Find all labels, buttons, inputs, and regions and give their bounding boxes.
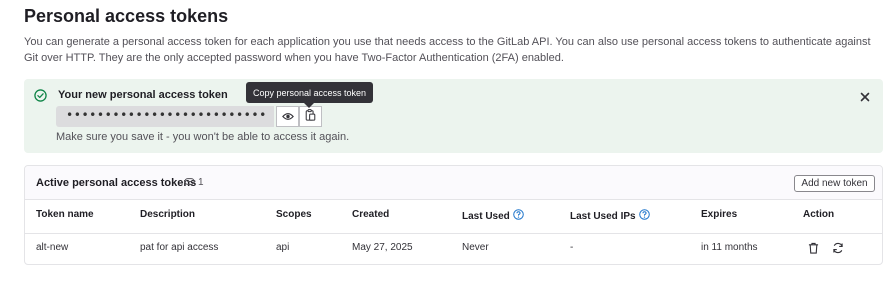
- alert-note: Make sure you save it - you won't be abl…: [56, 131, 350, 143]
- card-header: Active personal access tokens 1 Add new …: [25, 166, 882, 200]
- cell-description: pat for api access: [140, 242, 219, 253]
- trash-icon[interactable]: [808, 241, 819, 259]
- token-icon: [184, 177, 195, 188]
- tooltip-arrow: [304, 103, 314, 108]
- page-description: You can generate a personal access token…: [24, 36, 871, 64]
- reveal-token-button[interactable]: [276, 106, 299, 127]
- token-count: 1: [198, 177, 204, 188]
- cell-token-name: alt-new: [36, 242, 69, 253]
- cell-scopes: api: [276, 242, 290, 253]
- card-title: Active personal access tokens: [36, 177, 197, 189]
- token-mask: ••••••••••••••••••••••••••: [66, 108, 267, 122]
- row-divider: [25, 233, 882, 234]
- alert-title: Your new personal access token: [58, 89, 228, 101]
- column-header-last-used-ips: Last Used IPs: [570, 209, 650, 223]
- column-header-created: Created: [352, 209, 390, 220]
- eye-icon: [281, 108, 294, 126]
- token-count-badge: 1: [184, 177, 204, 188]
- close-icon[interactable]: [860, 89, 870, 107]
- cell-expires: in 11 months: [701, 242, 758, 253]
- copy-icon: [305, 108, 316, 126]
- new-token-alert: Your new personal access token •••••••••…: [24, 79, 883, 153]
- column-header-action: Action: [803, 209, 835, 220]
- token-value-field[interactable]: ••••••••••••••••••••••••••: [56, 106, 274, 127]
- cell-last-used: Never: [462, 242, 489, 253]
- column-header-last-used: Last Used: [462, 209, 524, 223]
- cell-last-used-ips: -: [570, 242, 574, 253]
- column-header-token-name: Token name: [36, 209, 94, 220]
- column-header-description: Description: [140, 209, 196, 220]
- add-new-token-button[interactable]: Add new token: [794, 175, 875, 192]
- cell-created: May 27, 2025: [352, 242, 413, 253]
- copy-token-button[interactable]: [299, 106, 322, 127]
- rotate-icon[interactable]: [832, 241, 844, 259]
- check-circle-icon: [34, 89, 47, 107]
- page-title: Personal access tokens: [24, 6, 229, 26]
- question-icon[interactable]: [638, 209, 650, 223]
- column-header-expires: Expires: [701, 209, 738, 220]
- column-header-scopes: Scopes: [276, 209, 312, 220]
- active-tokens-card: Active personal access tokens 1 Add new …: [24, 165, 883, 265]
- copy-tooltip: Copy personal access token: [246, 82, 373, 103]
- question-icon[interactable]: [513, 209, 524, 223]
